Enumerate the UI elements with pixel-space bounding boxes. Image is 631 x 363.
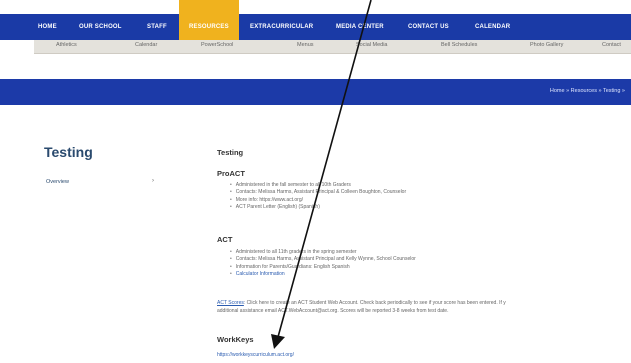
arrow-shaft [277,0,372,338]
annotation-arrow-icon [271,0,372,349]
arrow-head [271,334,285,349]
